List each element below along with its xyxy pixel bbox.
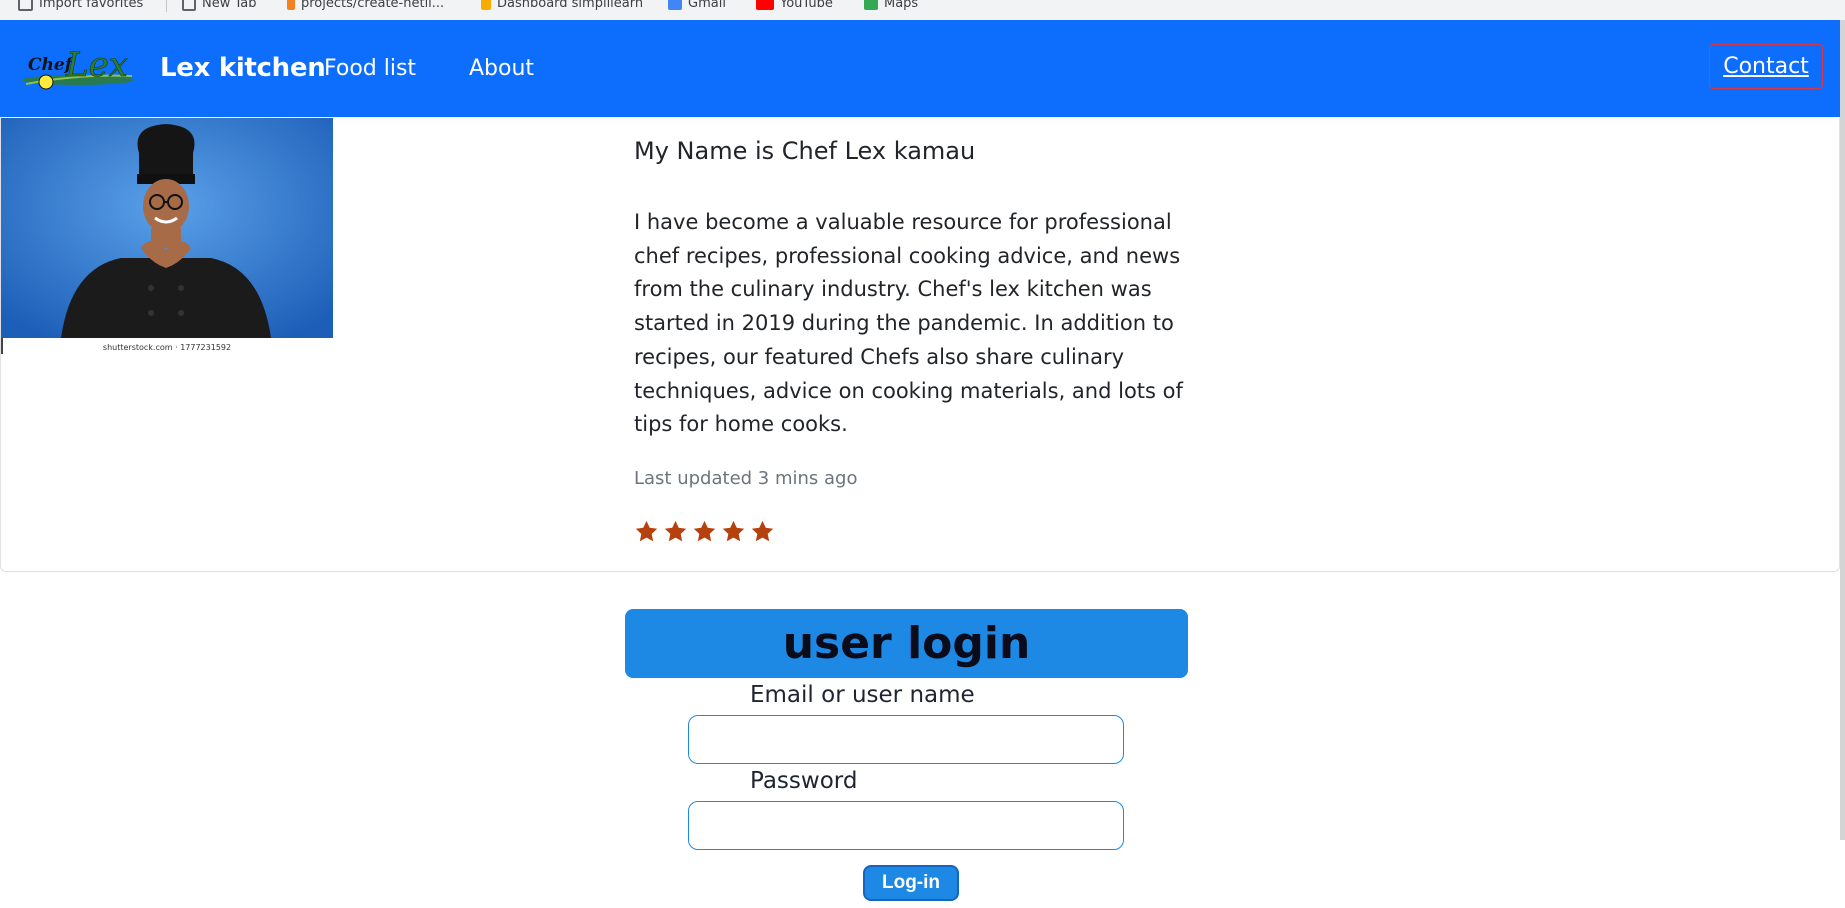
- email-field[interactable]: [688, 715, 1124, 764]
- bookmark-maps[interactable]: Maps: [864, 0, 918, 12]
- nav-food-list[interactable]: Food list: [324, 56, 416, 81]
- bookmark-new-tab[interactable]: New Tab: [182, 0, 257, 12]
- bookmarks-bar: Import favorites New Tab projects/create…: [0, 0, 1845, 21]
- analytics-icon: [481, 0, 491, 10]
- svg-text:shutterstock.com · 1777231592: shutterstock.com · 1777231592: [103, 343, 231, 352]
- svg-text:Lex: Lex: [65, 46, 128, 85]
- bookmark-youtube[interactable]: YouTube: [756, 0, 833, 12]
- chef-photo: shutterstock.com · 1777231592: [1, 118, 333, 354]
- contact-button[interactable]: Contact: [1709, 44, 1823, 89]
- star-icon: [635, 520, 658, 542]
- page-scrollbar[interactable]: [1840, 20, 1845, 840]
- last-updated-text: Last updated 3 mins ago: [634, 468, 858, 489]
- page-icon: [182, 0, 196, 11]
- netlify-icon: [287, 0, 295, 10]
- card-title: My Name is Chef Lex kamau: [634, 137, 976, 165]
- star-icon: [722, 520, 745, 542]
- bookmark-gmail[interactable]: Gmail: [668, 0, 726, 12]
- import-icon: [18, 0, 33, 11]
- email-label: Email or user name: [750, 682, 975, 708]
- bookmark-import-favorites[interactable]: Import favorites: [18, 0, 143, 12]
- bookmark-netlify-project[interactable]: projects/create-netli...: [287, 0, 444, 12]
- star-icon: [693, 520, 716, 542]
- gmail-icon: [668, 0, 682, 10]
- login-title: user login: [625, 609, 1188, 678]
- bookmark-separator: [166, 0, 167, 12]
- star-rating: [634, 519, 775, 544]
- navbar: Chef Lex Lex kitchen Food list About Con…: [0, 20, 1840, 117]
- star-icon: [664, 520, 687, 542]
- login-button[interactable]: Log-in: [863, 865, 959, 901]
- youtube-icon: [756, 0, 774, 10]
- maps-icon: [864, 0, 878, 10]
- nav-about[interactable]: About: [469, 56, 534, 81]
- star-icon: [751, 520, 774, 542]
- password-label: Password: [750, 768, 858, 794]
- brand-name[interactable]: Lex kitchen: [160, 53, 326, 83]
- chef-lex-logo[interactable]: Chef Lex: [18, 46, 136, 94]
- card-description: I have become a valuable resource for pr…: [634, 210, 1183, 437]
- bookmark-dashboard[interactable]: Dashboard simplilearn: [481, 0, 643, 12]
- password-field[interactable]: [688, 801, 1124, 850]
